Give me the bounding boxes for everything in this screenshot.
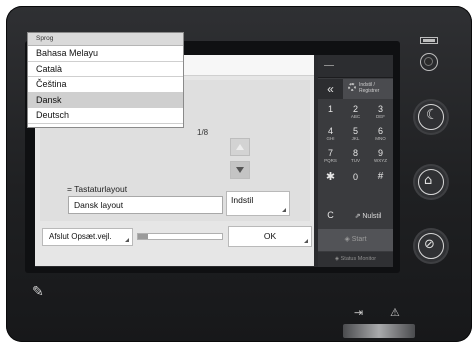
key-0[interactable]: 0 — [343, 169, 368, 189]
data-icon: ⇥ — [354, 307, 364, 319]
key-2-sub: ABC — [350, 114, 361, 119]
home-button[interactable]: ⌂ — [413, 164, 449, 200]
stop-icon: ⊘ — [418, 233, 444, 259]
key-4[interactable]: 4 GHI — [318, 123, 343, 143]
key-2-label: 2 — [352, 104, 358, 114]
key-3[interactable]: 3 DEF — [368, 101, 393, 121]
language-list: Sprog Bahasa Melayu Català Čeština Dansk… — [27, 32, 184, 128]
scroll-up-button[interactable] — [230, 138, 250, 156]
warning-icon: ⚠ — [390, 307, 400, 319]
language-item-bahasa-melayu[interactable]: Bahasa Melayu — [28, 46, 183, 62]
key-5-label: 5 — [352, 126, 358, 136]
language-item-dansk[interactable]: Dansk — [28, 92, 183, 109]
reset-label: Nulstil — [362, 213, 382, 220]
key-1[interactable]: 1 — [318, 101, 343, 121]
card-reader-slot — [343, 324, 415, 338]
start-icon: ◈ — [344, 236, 352, 243]
stop-button[interactable]: ⊘ — [413, 228, 449, 264]
status-monitor-label: Status Monitor — [340, 256, 377, 262]
scroll-down-button[interactable] — [230, 161, 250, 179]
key-6-sub: MNO — [375, 136, 386, 141]
keypad-top-line — [324, 65, 334, 66]
key-hash-label: # — [377, 171, 384, 182]
start-label: Start — [351, 236, 367, 243]
sleep-moon-icon: ☾ — [418, 104, 444, 130]
key-8-sub: TUV — [351, 158, 360, 163]
language-item-cestina[interactable]: Čeština — [28, 77, 183, 93]
register-button[interactable]: Indstil / Registrer — [343, 79, 393, 99]
pencil-icon: ✎ — [32, 283, 44, 299]
key-star-label: ✱ — [325, 171, 336, 183]
key-0-label: 0 — [352, 172, 358, 182]
key-star[interactable]: ✱ — [318, 169, 343, 189]
register-label: Indstil / Registrer — [359, 82, 380, 94]
corner-mark-icon — [304, 239, 308, 243]
energy-saver-icon — [420, 37, 438, 44]
arrow-up-icon — [236, 144, 244, 150]
key-5[interactable]: 5 JKL — [343, 123, 368, 143]
key-7[interactable]: 7 PQRS — [318, 145, 343, 165]
power-button[interactable] — [420, 53, 438, 71]
corner-mark-icon — [125, 238, 129, 242]
key-8-label: 8 — [352, 148, 358, 158]
key-8[interactable]: 8 TUV — [343, 145, 368, 165]
set-button[interactable]: Indstil — [226, 191, 290, 216]
sleep-button[interactable]: ☾ — [413, 99, 449, 135]
key-2[interactable]: 2 ABC — [343, 101, 368, 121]
reset-button[interactable]: ⇗ Nulstil — [343, 207, 393, 227]
numeric-keypad: « Indstil / Registrer 1 2 ABC 3 DEF 4 GHI 5… — [318, 55, 393, 267]
set-button-label: Indstil — [231, 195, 254, 205]
start-button[interactable]: ◈ Start — [318, 229, 393, 251]
clear-key[interactable]: C — [318, 207, 343, 227]
exit-setup-guide-button[interactable]: Afslut Opsæt.vejl. — [42, 228, 133, 246]
key-4-label: 4 — [327, 126, 333, 136]
key-9-sub: WXYZ — [374, 158, 387, 163]
key-6[interactable]: 6 MNO — [368, 123, 393, 143]
key-3-label: 3 — [377, 104, 383, 114]
setup-progress-fill — [138, 234, 149, 239]
key-7-label: 7 — [327, 148, 333, 158]
status-monitor-button[interactable]: ◈ Status Monitor — [318, 252, 393, 267]
key-9-label: 9 — [377, 148, 383, 158]
page-indicator: 1/8 — [197, 128, 209, 137]
key-7-sub: PQRS — [324, 158, 337, 163]
gear-icon — [348, 83, 356, 91]
power-icon — [424, 57, 433, 66]
key-1-label: 1 — [327, 104, 333, 114]
key-9[interactable]: 9 WXYZ — [368, 145, 393, 165]
ok-button-label: OK — [263, 231, 277, 241]
language-item-catala[interactable]: Català — [28, 62, 183, 78]
arrow-down-icon — [236, 167, 244, 173]
home-icon: ⌂ — [418, 169, 444, 195]
setup-progress-bar — [137, 233, 223, 240]
language-item-deutsch[interactable]: Deutsch — [28, 108, 183, 124]
exit-setup-guide-label: Afslut Opsæt.vejl. — [49, 232, 112, 241]
key-5-sub: JKL — [351, 136, 360, 141]
key-4-sub: GHI — [326, 136, 335, 141]
keyboard-layout-field: Dansk layout — [68, 196, 223, 214]
double-chevron-left-icon[interactable]: « — [318, 79, 343, 99]
keyboard-layout-label: = Tastaturlayout — [67, 184, 128, 194]
language-list-header: Sprog — [28, 33, 183, 46]
key-3-sub: DEF — [376, 114, 385, 119]
key-6-label: 6 — [377, 126, 383, 136]
key-hash[interactable]: # — [368, 169, 393, 189]
corner-mark-icon — [282, 208, 286, 212]
ok-button[interactable]: OK — [228, 226, 312, 247]
keypad-top-bar — [318, 55, 393, 78]
